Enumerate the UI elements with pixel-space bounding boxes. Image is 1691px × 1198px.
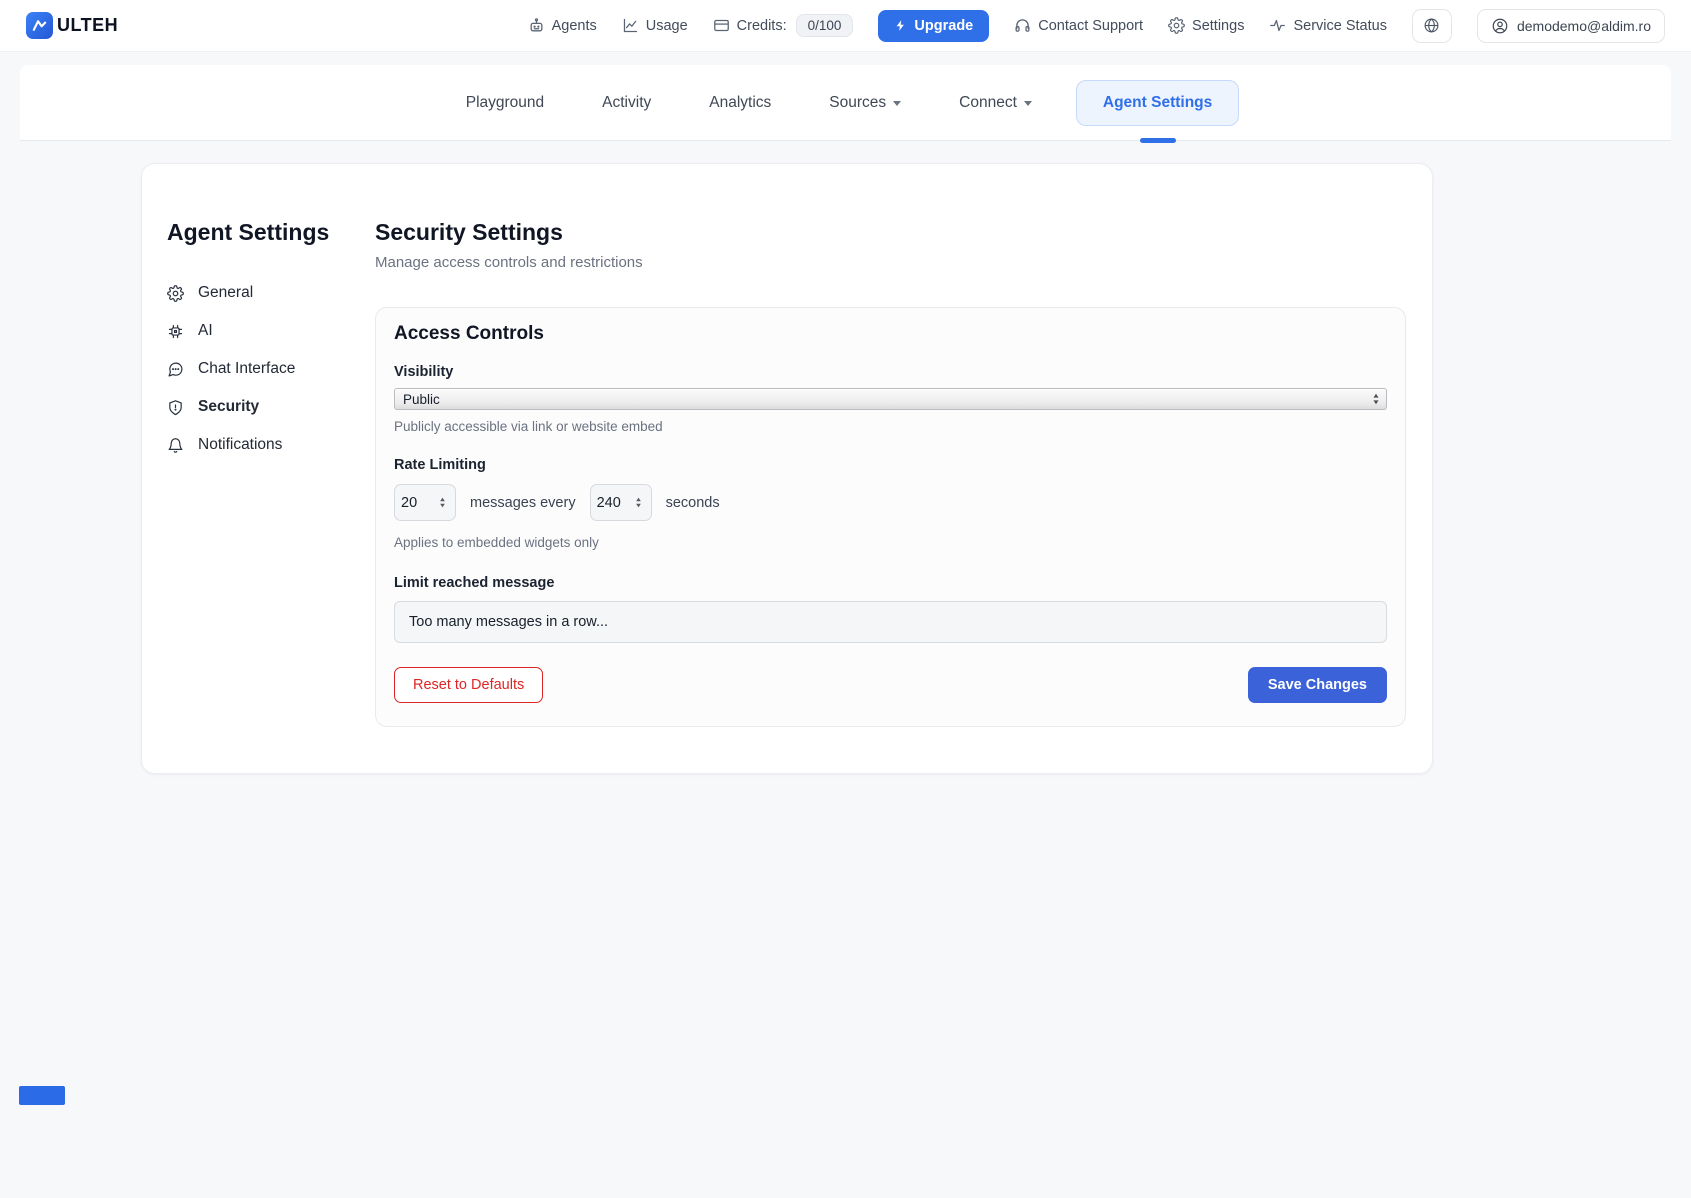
tab-agent-settings[interactable]: Agent Settings bbox=[1076, 80, 1239, 126]
settings-sidebar: Agent Settings General AI Chat Interface… bbox=[167, 219, 375, 727]
nav-credits-label: Credits: bbox=[737, 18, 787, 34]
access-controls-title: Access Controls bbox=[394, 323, 1387, 345]
form-actions: Reset to Defaults Save Changes bbox=[394, 667, 1387, 703]
rate-mid-text: messages every bbox=[470, 495, 576, 511]
sidebar-item-general[interactable]: General bbox=[167, 274, 375, 312]
tab-playground[interactable]: Playground bbox=[452, 86, 558, 120]
rate-suffix-text: seconds bbox=[666, 495, 720, 511]
chat-bubble-icon bbox=[167, 361, 184, 378]
sidebar-item-notifications-label: Notifications bbox=[198, 436, 282, 454]
nav-contact-support-label: Contact Support bbox=[1038, 18, 1143, 34]
gear-icon bbox=[167, 285, 184, 302]
bell-icon bbox=[167, 437, 184, 454]
visibility-label: Visibility bbox=[394, 364, 1387, 380]
nav-usage-label: Usage bbox=[646, 18, 688, 34]
sidebar-item-ai[interactable]: AI bbox=[167, 312, 375, 350]
tab-activity-label: Activity bbox=[602, 94, 651, 112]
sidebar-item-general-label: General bbox=[198, 284, 253, 302]
user-avatar-icon bbox=[1491, 17, 1509, 35]
sidebar-item-notifications[interactable]: Notifications bbox=[167, 426, 375, 464]
credit-card-icon bbox=[713, 17, 730, 34]
rate-help-text: Applies to embedded widgets only bbox=[394, 535, 1387, 550]
nav-credits[interactable]: Credits: 0/100 bbox=[713, 14, 854, 37]
agent-settings-panel: Agent Settings General AI Chat Interface… bbox=[141, 163, 1433, 774]
reset-to-defaults-button[interactable]: Reset to Defaults bbox=[394, 667, 543, 703]
seconds-stepper[interactable] bbox=[590, 484, 652, 521]
nav-agents[interactable]: Agents bbox=[528, 17, 597, 34]
brand-name: ULTEH bbox=[57, 15, 118, 36]
settings-sidebar-title: Agent Settings bbox=[167, 219, 375, 246]
rate-limiting-row: messages every seconds bbox=[394, 484, 1387, 521]
nav-settings-label: Settings bbox=[1192, 18, 1244, 34]
chevron-down-icon bbox=[1024, 101, 1032, 106]
upgrade-label: Upgrade bbox=[914, 18, 973, 34]
seconds-input[interactable] bbox=[597, 495, 629, 511]
limit-message-input[interactable] bbox=[394, 601, 1387, 643]
tab-sources-label: Sources bbox=[829, 94, 886, 112]
tab-playground-label: Playground bbox=[466, 94, 544, 112]
sidebar-item-ai-label: AI bbox=[198, 322, 213, 340]
brand-logo-icon bbox=[26, 12, 53, 39]
nav-settings[interactable]: Settings bbox=[1168, 17, 1244, 34]
tab-analytics[interactable]: Analytics bbox=[695, 86, 785, 120]
globe-icon bbox=[1423, 17, 1440, 34]
sidebar-item-security[interactable]: Security bbox=[167, 388, 375, 426]
stepper-arrows-icon[interactable] bbox=[438, 496, 447, 509]
tab-analytics-label: Analytics bbox=[709, 94, 771, 112]
credits-badge: 0/100 bbox=[796, 14, 854, 37]
access-controls-card: Access Controls Visibility Public Public… bbox=[375, 307, 1406, 727]
page-title: Security Settings bbox=[375, 219, 1406, 246]
nav-usage[interactable]: Usage bbox=[622, 17, 688, 34]
tab-sources[interactable]: Sources bbox=[815, 86, 915, 120]
robot-icon bbox=[528, 17, 545, 34]
visibility-select[interactable]: Public bbox=[394, 388, 1387, 410]
sidebar-item-security-label: Security bbox=[198, 398, 259, 416]
gear-icon bbox=[1168, 17, 1185, 34]
nav-agents-label: Agents bbox=[552, 18, 597, 34]
brand-logo[interactable]: ULTEH bbox=[26, 12, 118, 39]
top-navbar: ULTEH Agents Usage Credits: 0/100 Upgrad… bbox=[0, 0, 1691, 52]
page-subtitle: Manage access controls and restrictions bbox=[375, 254, 1406, 271]
chart-icon bbox=[622, 17, 639, 34]
shield-icon bbox=[167, 399, 184, 416]
upgrade-button[interactable]: Upgrade bbox=[878, 10, 989, 42]
top-nav-links: Agents Usage Credits: 0/100 Upgrade Cont… bbox=[528, 9, 1665, 43]
save-changes-button[interactable]: Save Changes bbox=[1248, 667, 1387, 703]
sidebar-item-chat-interface-label: Chat Interface bbox=[198, 360, 295, 378]
tab-agent-settings-label: Agent Settings bbox=[1103, 94, 1212, 112]
select-arrows-icon bbox=[1371, 392, 1381, 406]
nav-contact-support[interactable]: Contact Support bbox=[1014, 17, 1143, 34]
lightning-bolt-icon bbox=[894, 19, 907, 32]
sidebar-item-chat-interface[interactable]: Chat Interface bbox=[167, 350, 375, 388]
nav-service-status-label: Service Status bbox=[1293, 18, 1387, 34]
account-menu-button[interactable]: demodemo@aldim.ro bbox=[1477, 9, 1665, 43]
messages-count-stepper[interactable] bbox=[394, 484, 456, 521]
pulse-icon bbox=[1269, 17, 1286, 34]
visibility-selected-value: Public bbox=[403, 392, 440, 407]
agent-tab-bar: Playground Activity Analytics Sources Co… bbox=[20, 65, 1671, 141]
chevron-down-icon bbox=[893, 101, 901, 106]
tab-connect[interactable]: Connect bbox=[945, 86, 1046, 120]
tab-connect-label: Connect bbox=[959, 94, 1017, 112]
stepper-arrows-icon[interactable] bbox=[634, 496, 643, 509]
visibility-help-text: Publicly accessible via link or website … bbox=[394, 419, 1387, 434]
tab-activity[interactable]: Activity bbox=[588, 86, 665, 120]
bottom-left-blue-bar bbox=[19, 1086, 65, 1105]
headset-icon bbox=[1014, 17, 1031, 34]
security-settings-content: Security Settings Manage access controls… bbox=[375, 219, 1406, 727]
language-globe-button[interactable] bbox=[1412, 9, 1452, 43]
chip-icon bbox=[167, 323, 184, 340]
account-email: demodemo@aldim.ro bbox=[1517, 18, 1651, 34]
settings-nav: General AI Chat Interface Security Notif… bbox=[167, 274, 375, 464]
nav-service-status[interactable]: Service Status bbox=[1269, 17, 1387, 34]
messages-count-input[interactable] bbox=[401, 495, 433, 511]
limit-message-label: Limit reached message bbox=[394, 575, 1387, 591]
rate-limiting-label: Rate Limiting bbox=[394, 457, 1387, 473]
